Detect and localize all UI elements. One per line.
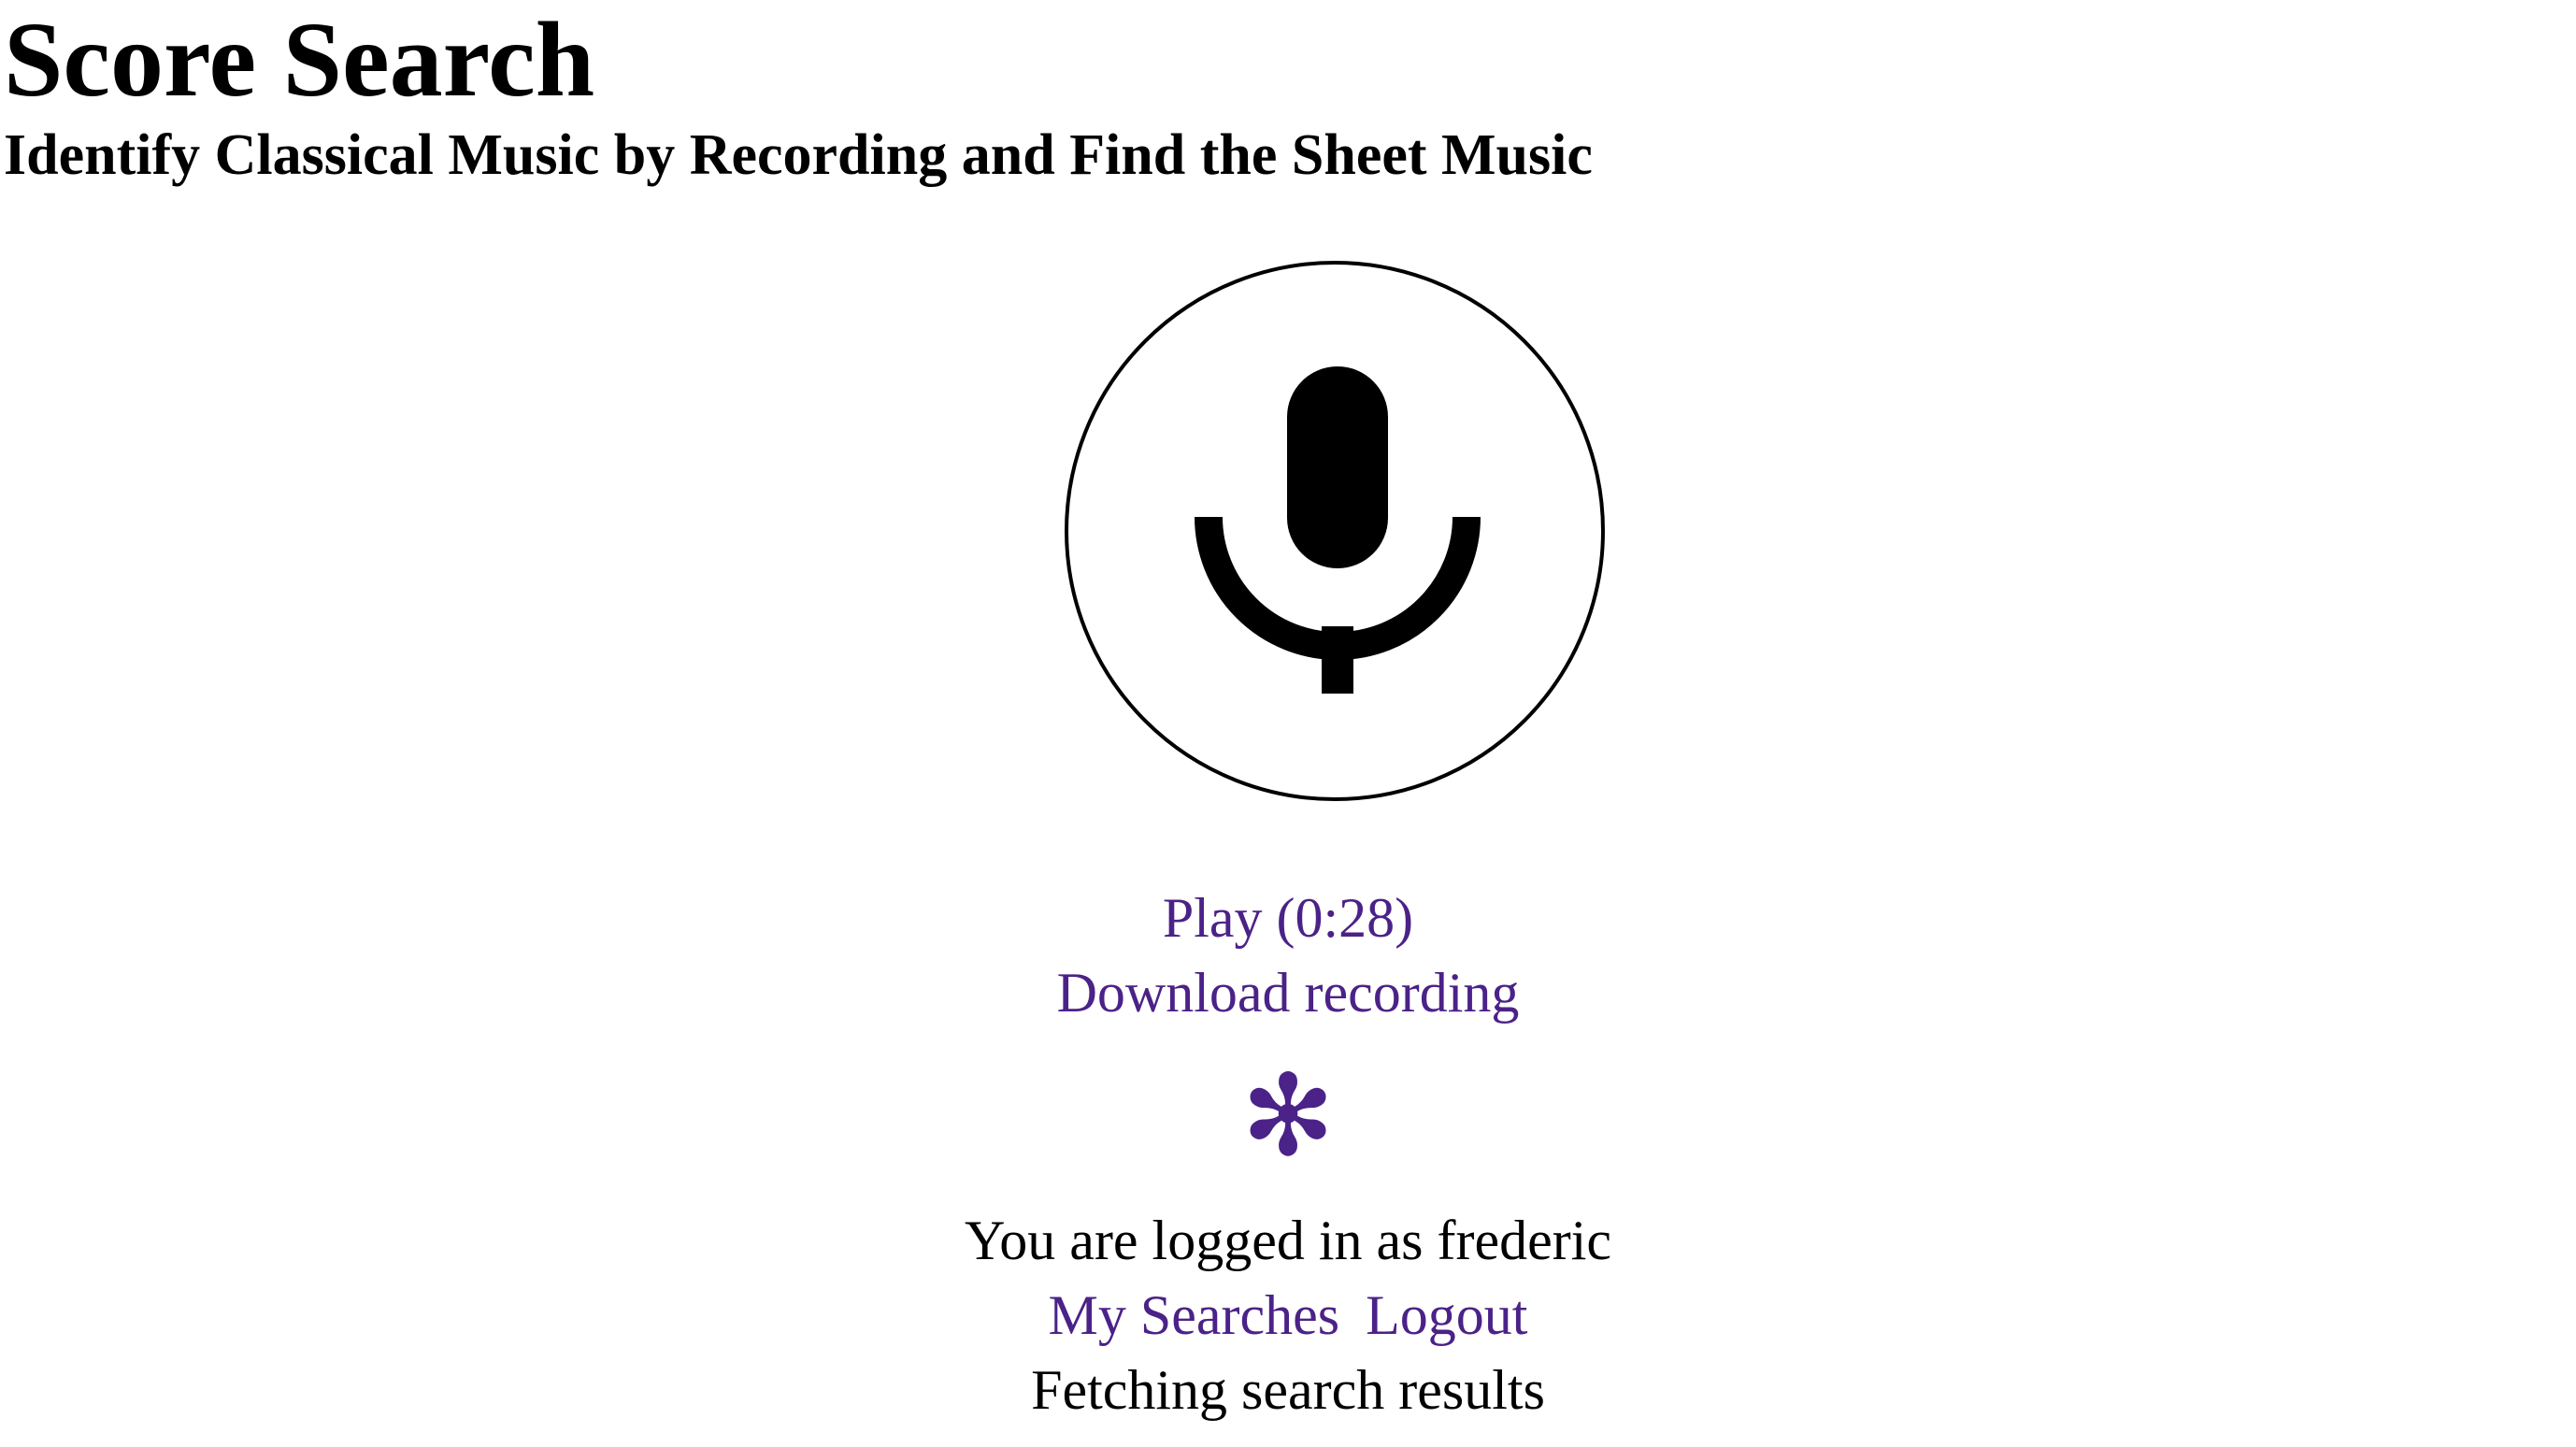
search-status-text: Fetching search results bbox=[1031, 1359, 1545, 1421]
loading-spinner-icon: ✻ bbox=[1240, 1052, 1336, 1182]
play-recording-link[interactable]: Play (0:28) bbox=[1163, 887, 1413, 949]
microphone-icon bbox=[1195, 366, 1481, 694]
account-links: My Searches Logout bbox=[0, 1278, 2576, 1353]
page-title: Score Search bbox=[4, 0, 595, 119]
my-searches-link[interactable]: My Searches bbox=[1049, 1284, 1340, 1346]
page-subtitle: Identify Classical Music by Recording an… bbox=[4, 123, 1593, 187]
record-button[interactable] bbox=[1065, 261, 1605, 801]
download-recording-link[interactable]: Download recording bbox=[1057, 962, 1520, 1024]
logout-link[interactable]: Logout bbox=[1366, 1284, 1527, 1346]
login-status-text: You are logged in as frederic bbox=[964, 1210, 1612, 1271]
